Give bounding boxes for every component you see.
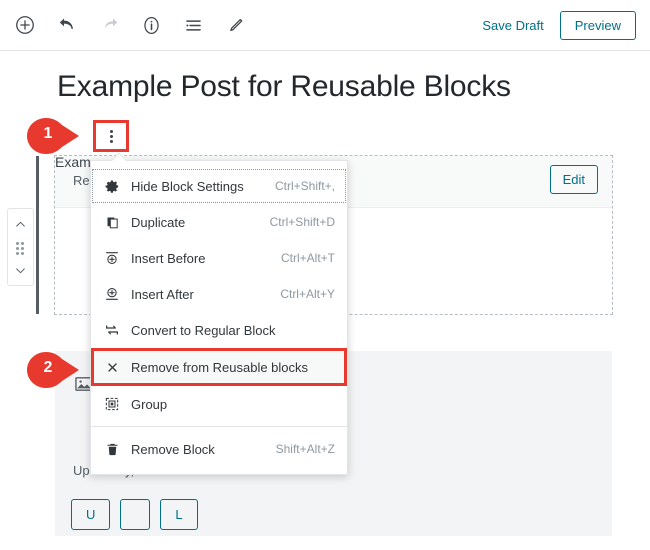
menu-item-label: Insert After — [131, 286, 194, 302]
menu-item-shortcut: Ctrl+Shift+, — [274, 179, 335, 193]
convert-icon — [101, 322, 123, 338]
menu-item-remove-from-reusable-blocks[interactable]: Remove from Reusable blocks — [91, 348, 347, 386]
chevron-down-icon[interactable] — [9, 259, 33, 281]
menu-item-group[interactable]: Group — [91, 386, 347, 422]
block-selection-bar — [36, 156, 39, 314]
close-x-icon — [101, 361, 123, 374]
trash-icon — [101, 442, 123, 457]
toolbar-right-group: Save Draft Preview — [480, 0, 636, 50]
menu-item-insert-before[interactable]: Insert Before Ctrl+Alt+T — [91, 240, 347, 276]
info-icon[interactable] — [136, 10, 166, 40]
menu-item-shortcut: Ctrl+Alt+T — [280, 251, 335, 265]
menu-item-remove-block[interactable]: Remove Block Shift+Alt+Z — [91, 431, 347, 467]
drag-handle-icon[interactable] — [16, 241, 25, 255]
menu-item-label: Group — [131, 396, 168, 412]
upload-button[interactable]: U — [71, 499, 111, 530]
callout-badge-number: 1 — [43, 125, 53, 142]
menu-item-hide-block-settings[interactable]: Hide Block Settings Ctrl+Shift+, — [91, 168, 347, 204]
menu-group-destructive: Remove Block Shift+Alt+Z — [91, 427, 347, 471]
editor-screen: Save Draft Preview Example Post for Reus… — [0, 0, 650, 550]
block-options-menu: Hide Block Settings Ctrl+Shift+, Duplica… — [90, 160, 348, 475]
gear-icon — [101, 179, 123, 194]
toolbar-left-group — [10, 0, 250, 50]
edit-button[interactable]: Edit — [549, 165, 598, 194]
save-draft-button[interactable]: Save Draft — [480, 14, 545, 37]
menu-item-label: Hide Block Settings — [131, 178, 244, 194]
menu-item-label: Convert to Regular Block — [131, 322, 276, 338]
page-title[interactable]: Example Post for Reusable Blocks — [57, 69, 597, 105]
undo-icon[interactable] — [52, 10, 82, 40]
three-dots-vertical-icon — [109, 129, 113, 143]
callout-badge-number: 2 — [43, 359, 53, 376]
menu-item-label: Duplicate — [131, 214, 186, 230]
duplicate-icon — [101, 215, 123, 230]
menu-item-insert-after[interactable]: Insert After Ctrl+Alt+Y — [91, 276, 347, 312]
menu-group-primary: Hide Block Settings Ctrl+Shift+, Duplica… — [91, 164, 347, 426]
menu-item-shortcut: Shift+Alt+Z — [275, 442, 335, 456]
image-action-buttons: U L — [71, 499, 198, 530]
menu-item-label: Remove from Reusable blocks — [131, 359, 309, 375]
menu-item-duplicate[interactable]: Duplicate Ctrl+Shift+D — [91, 204, 347, 240]
menu-item-label: Insert Before — [131, 250, 206, 266]
block-navigation-icon[interactable] — [178, 10, 208, 40]
insert-after-icon — [101, 286, 123, 302]
callout-badge-1: 1 — [25, 116, 81, 156]
chevron-up-icon[interactable] — [9, 213, 33, 235]
callout-badge-2: 2 — [25, 350, 81, 390]
pencil-icon[interactable] — [220, 10, 250, 40]
menu-item-shortcut: Ctrl+Shift+D — [269, 215, 335, 229]
menu-pointer-arrow — [112, 153, 126, 161]
preview-button[interactable]: Preview — [559, 10, 636, 40]
menu-item-shortcut: Ctrl+Alt+Y — [280, 287, 335, 301]
block-mover — [7, 208, 34, 286]
group-icon — [101, 396, 123, 412]
insert-from-url-button[interactable]: L — [160, 499, 198, 530]
menu-item-convert-to-regular-block[interactable]: Convert to Regular Block — [91, 312, 347, 348]
more-options-button[interactable] — [93, 120, 129, 152]
redo-icon — [94, 10, 124, 40]
reusable-block-body-text: Exam — [55, 154, 91, 170]
media-library-button[interactable] — [120, 499, 151, 530]
editor-toolbar: Save Draft Preview — [0, 0, 650, 51]
menu-item-label: Remove Block — [131, 441, 215, 457]
insert-before-icon — [101, 250, 123, 266]
add-block-icon[interactable] — [10, 10, 40, 40]
